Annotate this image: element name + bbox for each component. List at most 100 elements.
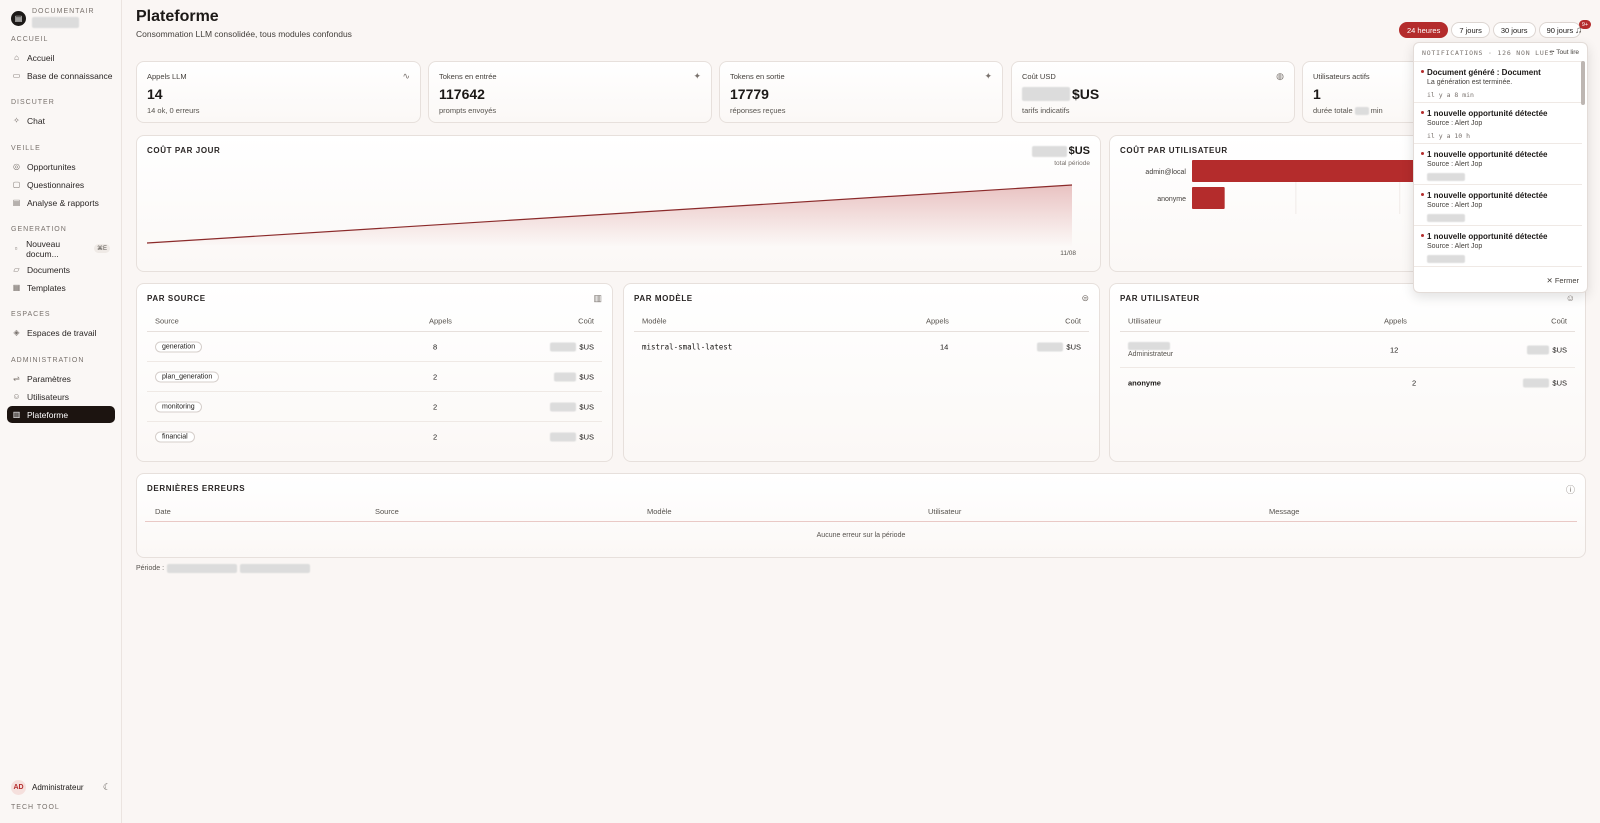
sidebar-item-templates[interactable]: ▦ Templates	[7, 279, 115, 296]
brand-name: DOCUMENTAIR	[32, 8, 95, 15]
redacted-time	[1427, 214, 1465, 222]
read-all-button[interactable]: ⇀ Tout lire	[1549, 48, 1579, 56]
sidebar-item-plateforme[interactable]: ▥ Plateforme	[7, 406, 115, 423]
table-row: generation 8 $US	[147, 332, 602, 362]
close-button[interactable]: ✕ Fermer	[1546, 276, 1579, 285]
sparkle-icon: ✧	[13, 116, 20, 125]
sidebar-item-accueil[interactable]: ⌂ Accueil	[7, 49, 115, 66]
redacted-date	[167, 564, 238, 573]
sidebar-item-utilisateurs[interactable]: ☺ Utilisateurs	[7, 388, 115, 405]
sliders-icon: ⇌	[13, 374, 20, 383]
nav-section-accueil: ACCUEIL	[11, 36, 49, 43]
cost-total: $US	[1031, 145, 1090, 157]
kpi-value: 14	[147, 86, 163, 102]
card-title: DERNIÈRES ERREURS	[147, 484, 246, 493]
nav-section-discuter: DISCUTER	[11, 99, 55, 106]
kpi-label: Coût USD	[1022, 72, 1056, 81]
brand[interactable]: ▤ DOCUMENTAIR	[11, 8, 95, 28]
par-source-table: Source Appels Coût generation 8 $US plan…	[147, 310, 602, 452]
period-range: Période :	[136, 564, 311, 573]
sparkle-icon: ✦	[693, 71, 701, 81]
activity-icon: ∿	[402, 71, 410, 81]
sidebar-item-parametres[interactable]: ⇌ Paramètres	[7, 370, 115, 387]
x-tick-label: 11/08	[1060, 250, 1076, 257]
sidebar-item-opportunites[interactable]: ◎ Opportunites	[7, 158, 115, 175]
user-icon: ☺	[1565, 293, 1575, 303]
book-icon: ▭	[12, 71, 21, 80]
notification-item[interactable]: Document généré : Document La génération…	[1414, 62, 1582, 103]
clipboard-icon: ▢	[12, 180, 21, 189]
kpi-sub: 14 ok, 0 erreurs	[147, 106, 200, 115]
table-header: Modèle Appels Coût	[634, 310, 1089, 332]
user-menu[interactable]: AD Administrateur ☾	[11, 780, 111, 795]
redacted-time	[1427, 173, 1465, 181]
home-icon: ⌂	[14, 53, 19, 62]
notification-item[interactable]: 1 nouvelle opportunité détectée Source :…	[1414, 103, 1582, 144]
avatar: AD	[11, 780, 26, 795]
redacted-value	[1022, 87, 1070, 101]
kpi-card-appels: Appels LLM ∿ 14 14 ok, 0 erreurs	[136, 61, 421, 123]
kpi-card-tokens-entree: Tokens en entrée ✦ 117642 prompts envoyé…	[428, 61, 712, 123]
footer-tech: TECH TOOL	[11, 804, 60, 811]
par-utilisateur-table: Utilisateur Appels Coût Administrateur 1…	[1120, 310, 1575, 398]
sidebar-item-chat[interactable]: ✧ Chat	[7, 112, 115, 129]
table-row: plan_generation 2 $US	[147, 362, 602, 392]
notification-item[interactable]: 1 nouvelle opportunité détectée Source :…	[1414, 185, 1582, 226]
card-title: COÛT PAR JOUR	[147, 146, 221, 155]
errors-table-header: Date Source Modèle Utilisateur Message	[145, 502, 1577, 522]
redacted-user	[1128, 341, 1170, 350]
table-row: monitoring 2 $US	[147, 392, 602, 422]
redacted-value	[550, 402, 577, 411]
notification-count-badge: 9+	[1579, 20, 1591, 29]
period-24h-button[interactable]: 24 heures	[1399, 22, 1449, 38]
document-icon: ▤	[11, 10, 26, 26]
notification-item[interactable]: 1 nouvelle opportunité détectée Source :…	[1414, 144, 1582, 185]
cpu-icon: ⊜	[1081, 293, 1089, 303]
report-icon: ▤	[12, 198, 21, 207]
redacted-value	[1354, 106, 1369, 115]
sidebar-item-espaces[interactable]: ◈ Espaces de travail	[7, 324, 115, 341]
sidebar-item-nouveau-document[interactable]: ▫ Nouveau docum... ⌘E	[7, 239, 115, 259]
kpi-value: $US	[1022, 86, 1099, 102]
sidebar-item-documents[interactable]: ▱ Documents	[7, 261, 115, 278]
card-title: PAR MODÈLE	[634, 294, 693, 303]
source-pill: generation	[155, 341, 203, 352]
kpi-sub: prompts envoyés	[439, 106, 497, 115]
cost-caption: total période	[1054, 160, 1090, 167]
redacted-value	[550, 342, 577, 351]
redacted-time	[1427, 255, 1465, 263]
sidebar-item-base-connaissance[interactable]: ▭ Base de connaissance	[7, 67, 115, 84]
kpi-value: 1	[1313, 86, 1321, 102]
source-pill: monitoring	[155, 401, 202, 412]
redacted-value	[1527, 345, 1550, 354]
kpi-label: Tokens en entrée	[439, 72, 497, 81]
card-title: PAR SOURCE	[147, 294, 206, 303]
notification-item[interactable]: 1 nouvelle opportunité détectée Source :…	[1414, 226, 1582, 267]
unread-dot	[1421, 234, 1424, 237]
period-selector: 24 heures 7 jours 30 jours 90 jours	[1399, 22, 1582, 38]
kpi-sub: réponses reçues	[730, 106, 786, 115]
kpi-value: 117642	[439, 86, 485, 102]
scrollbar[interactable]	[1581, 61, 1585, 105]
period-7d-button[interactable]: 7 jours	[1451, 22, 1490, 38]
sidebar: ▤ DOCUMENTAIR ACCUEIL ⌂ Accueil ▭ Base de …	[0, 0, 122, 823]
notifications-header: NOTIFICATIONS · 126 NON LUES	[1422, 49, 1554, 57]
source-pill: plan_generation	[155, 371, 220, 382]
unread-dot	[1421, 70, 1424, 73]
notifications-list: Document généré : Document La génération…	[1414, 61, 1582, 271]
source-pill: financial	[155, 431, 195, 443]
bar	[1192, 187, 1225, 209]
unread-dot	[1421, 152, 1424, 155]
chart-icon: ▥	[12, 410, 21, 419]
sidebar-item-questionnaires[interactable]: ▢ Questionnaires	[7, 176, 115, 193]
template-icon: ▦	[12, 283, 21, 292]
table-row: Administrateur 12 $US	[1120, 332, 1575, 368]
sidebar-item-analyse[interactable]: ▤ Analyse & rapports	[7, 194, 115, 211]
kpi-card-cout: Coût USD ◍ $US tarifs indicatifs	[1011, 61, 1295, 123]
moon-icon[interactable]: ☾	[103, 782, 111, 793]
period-30d-button[interactable]: 30 jours	[1492, 22, 1536, 38]
unread-dot	[1421, 111, 1424, 114]
kpi-sub: durée totale min	[1313, 106, 1383, 115]
users-icon: ☺	[12, 392, 21, 401]
card-title: COÛT PAR UTILISATEUR	[1120, 146, 1228, 155]
